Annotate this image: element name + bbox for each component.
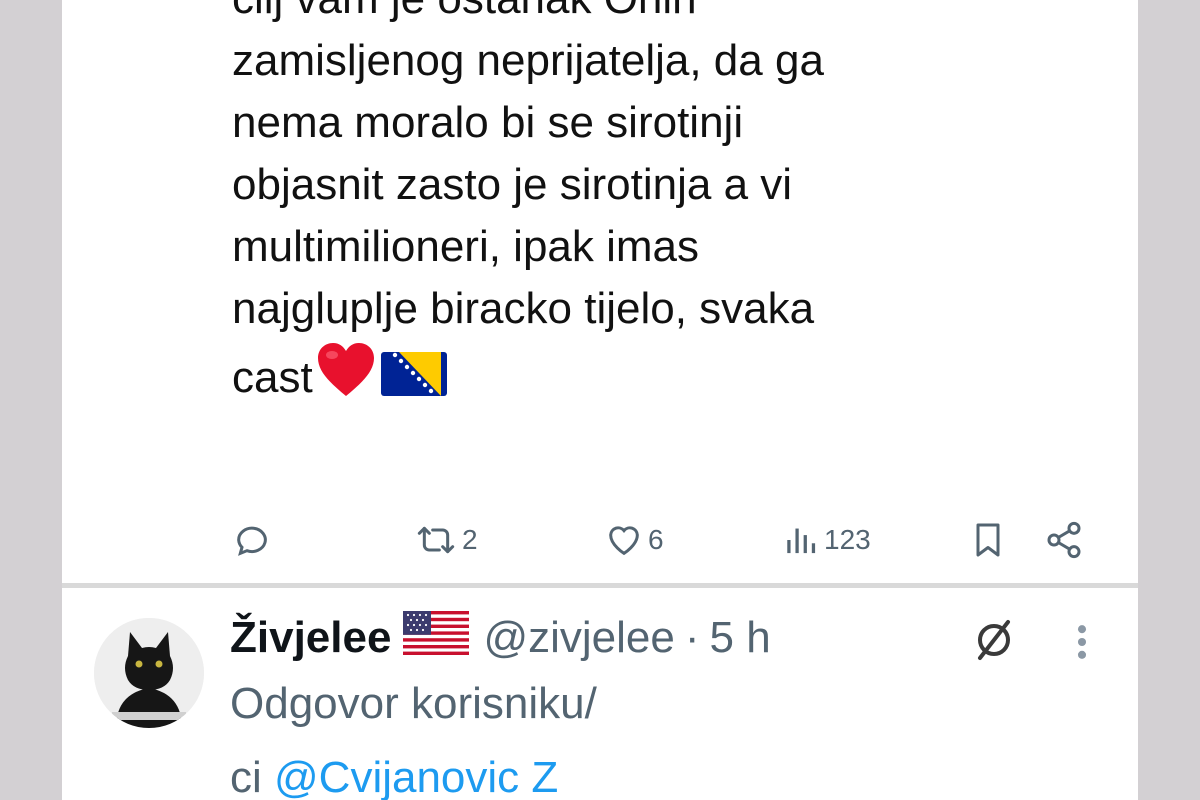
tweet-line-last: cast <box>232 340 1112 415</box>
handle[interactable]: @zivjelee <box>483 613 674 663</box>
retweet-button[interactable]: 2 <box>414 518 478 562</box>
tweet-line: zamisljenog neprijatelja, da ga <box>232 36 824 85</box>
like-count: 6 <box>648 524 664 555</box>
bookmark-button[interactable] <box>968 518 1008 562</box>
grok-icon[interactable] <box>970 616 1018 669</box>
separator: · <box>684 613 700 662</box>
bosnia-flag-emoji <box>379 348 449 415</box>
mention-link[interactable]: @Cvijanovic Z <box>274 753 558 800</box>
tweet-text: cilj vam je ostanak Onih zamisljenog nep… <box>232 0 1112 415</box>
views-count: 123 <box>824 524 871 555</box>
retweet-count: 2 <box>462 524 478 555</box>
tweet-line: nema moralo bi se sirotinji <box>232 98 744 147</box>
reply-icon <box>232 520 272 560</box>
like-button[interactable]: 6 <box>604 518 664 562</box>
replying-to-line: ci @Cvijanovic Z <box>230 750 558 800</box>
reply-header: Živjelee @zivjelee · 5 h <box>230 610 771 666</box>
views-button[interactable]: 123 <box>784 518 871 562</box>
tweet-line: multimilioneri, ipak imas <box>232 222 700 271</box>
tweet-card: cilj vam je ostanak Onih zamisljenog nep… <box>62 0 1138 800</box>
retweet-icon <box>414 520 458 560</box>
tweet-actions: 2 6 123 <box>232 518 1112 562</box>
replying-to-label: Odgovor korisniku/ <box>230 679 597 728</box>
heart-emoji <box>315 340 377 415</box>
tweet-line: najgluplje biracko tijelo, svaka <box>232 284 815 333</box>
display-name[interactable]: Živjelee <box>230 613 391 663</box>
reply-button[interactable] <box>232 518 276 562</box>
avatar[interactable] <box>94 618 204 728</box>
tweet-line: cilj vam je ostanak Onih <box>232 0 1112 30</box>
us-flag-emoji <box>403 610 470 666</box>
bookmark-icon <box>968 520 1008 560</box>
more-options-icon[interactable] <box>1072 620 1092 669</box>
share-button[interactable] <box>1044 518 1084 562</box>
views-icon <box>784 520 820 560</box>
reply-tweet: Živjelee @zivjelee · 5 h Odgovor korisni… <box>62 588 1138 800</box>
share-icon <box>1044 520 1084 560</box>
tweet-line: cast <box>232 353 313 402</box>
replying-prefix: ci <box>230 753 274 800</box>
like-icon <box>604 520 644 560</box>
tweet-line: objasnit zasto je sirotinja a vi <box>232 160 793 209</box>
timestamp[interactable]: 5 h <box>710 613 771 663</box>
